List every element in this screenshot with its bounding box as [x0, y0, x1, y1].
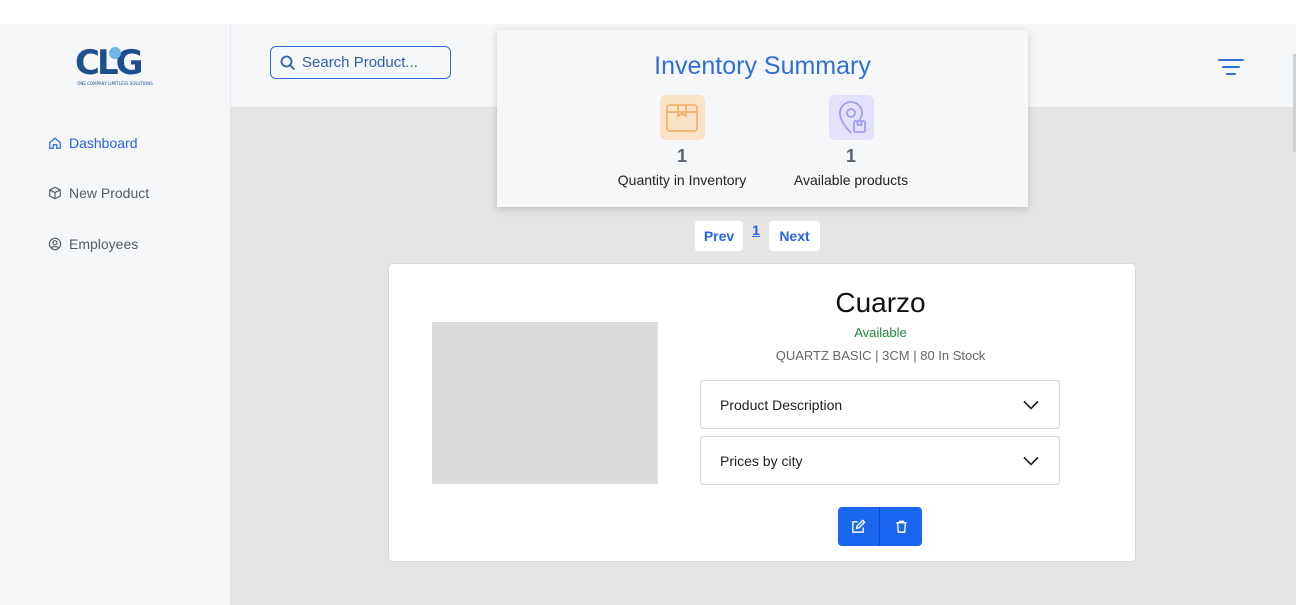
accordion-prices-by-city[interactable]: Prices by city: [700, 436, 1060, 485]
sidebar-item-employees[interactable]: Employees: [48, 236, 138, 252]
product-image-placeholder: [432, 322, 658, 484]
stat-quantity: 1 Quantity in Inventory: [592, 95, 772, 188]
accordion-product-description[interactable]: Product Description: [700, 380, 1060, 429]
search-box[interactable]: [270, 46, 451, 79]
chevron-down-icon: [1023, 400, 1039, 410]
user-circle-icon: [48, 237, 62, 251]
stat-value: 1: [845, 146, 856, 166]
sidebar-item-dashboard[interactable]: Dashboard: [48, 135, 138, 151]
product-card: Cuarzo Available QUARTZ BASIC | 3CM | 80…: [388, 263, 1136, 562]
search-icon: [280, 55, 296, 70]
accordion-label: Prices by city: [720, 452, 803, 469]
sidebar-item-label: New Product: [69, 185, 150, 201]
next-page-button[interactable]: Next: [769, 221, 820, 251]
home-icon: [49, 137, 61, 149]
prev-page-button[interactable]: Prev: [695, 221, 743, 251]
edit-button[interactable]: [838, 507, 880, 546]
sidebar-item-label: Employees: [69, 236, 139, 252]
sidebar-item-label: Dashboard: [69, 135, 138, 151]
filter-button[interactable]: [1216, 55, 1246, 79]
filter-icon: [1218, 59, 1244, 75]
product-status: Available: [854, 325, 907, 340]
package-icon: [659, 95, 705, 140]
company-logo[interactable]: CLG ONE COMPANY LIMITLESS SOLUTIONS: [74, 40, 156, 88]
svg-text:ONE COMPANY LIMITLESS SOLUTION: ONE COMPANY LIMITLESS SOLUTIONS: [77, 81, 153, 86]
summary-title: Inventory Summary: [654, 52, 871, 80]
delete-button[interactable]: [880, 507, 922, 546]
main-content: Inventory Summary 1 Quantity in Inventor…: [231, 24, 1296, 605]
sidebar-item-new-product[interactable]: New Product: [48, 185, 149, 201]
product-name: Cuarzo: [835, 287, 926, 318]
location-box-icon: [828, 95, 874, 140]
page-number[interactable]: 1: [743, 222, 769, 238]
inventory-summary-card: Inventory Summary 1 Quantity in Inventor…: [497, 30, 1028, 207]
stat-label: Available products: [793, 172, 909, 188]
accordion-label: Product Description: [720, 396, 843, 413]
product-specs: QUARTZ BASIC | 3CM | 80 In Stock: [775, 348, 986, 363]
stat-value: 1: [676, 146, 687, 166]
edit-icon: [852, 519, 866, 533]
product-actions: [838, 507, 922, 546]
chevron-down-icon: [1023, 456, 1039, 466]
stat-available: 1 Available products: [761, 95, 941, 188]
box-icon: [49, 186, 61, 200]
stat-label: Quantity in Inventory: [617, 172, 747, 188]
trash-icon: [895, 520, 907, 533]
svg-text:CLG: CLG: [75, 43, 142, 83]
app: CLG ONE COMPANY LIMITLESS SOLUTIONS Dash…: [0, 24, 1296, 605]
sidebar: CLG ONE COMPANY LIMITLESS SOLUTIONS Dash…: [0, 24, 231, 605]
pagination: Prev 1 Next: [695, 221, 820, 251]
search-input[interactable]: [302, 54, 442, 71]
